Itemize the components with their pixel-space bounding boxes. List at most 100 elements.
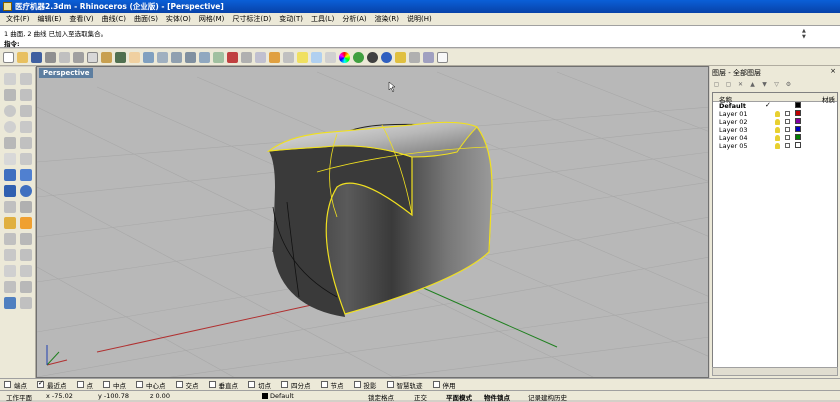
move-up-icon[interactable]: ▲ [748, 80, 757, 89]
color-wheel-icon[interactable] [339, 51, 350, 63]
menu-render[interactable]: 渲染(R) [371, 14, 403, 24]
status-history[interactable]: 记录建构历史 [528, 392, 567, 402]
layer-row[interactable]: Layer 01 [713, 110, 837, 118]
osnap-perpendicular[interactable]: 垂直点 [208, 380, 238, 390]
checkbox[interactable] [432, 381, 440, 388]
pan-hand-icon[interactable] [129, 51, 140, 63]
close-icon[interactable]: × [830, 67, 836, 75]
checkbox[interactable] [320, 381, 328, 388]
light-bulb-icon[interactable] [775, 135, 780, 141]
plugin-icon[interactable] [423, 51, 434, 63]
light-bulb-icon[interactable] [297, 51, 308, 63]
four-views-icon[interactable] [227, 51, 238, 63]
print-icon[interactable] [45, 51, 56, 63]
trim-icon[interactable] [20, 233, 32, 245]
text-icon[interactable] [4, 153, 16, 165]
boolean-icon[interactable] [20, 297, 32, 309]
rotate-view-icon[interactable] [143, 51, 154, 63]
dimension-icon[interactable] [20, 201, 32, 213]
status-layer[interactable]: Default [262, 392, 294, 400]
checkbox[interactable] [136, 381, 143, 388]
delete-layer-icon[interactable]: ✕ [736, 80, 745, 89]
arc-icon[interactable] [20, 105, 32, 117]
new-sublayer-icon[interactable]: ▢ [724, 80, 733, 89]
array-icon[interactable] [4, 297, 16, 309]
osnap-near[interactable]: 最近点 [37, 379, 67, 390]
help-icon[interactable] [437, 51, 448, 63]
fillet-icon[interactable] [20, 153, 32, 165]
menu-solid[interactable]: 实体(O) [162, 14, 195, 24]
perspective-viewport[interactable]: Perspective [36, 66, 709, 378]
lock-icon[interactable] [785, 143, 790, 148]
zoom-selected-icon[interactable] [199, 51, 210, 63]
menu-tools[interactable]: 工具(L) [307, 14, 338, 24]
grid-snap-icon[interactable] [255, 51, 266, 63]
layer-color-swatch[interactable] [795, 126, 801, 132]
layer-row[interactable]: Layer 02 [713, 118, 837, 126]
light-bulb-icon[interactable] [775, 119, 780, 125]
import-icon[interactable] [59, 51, 70, 63]
layer-row[interactable]: Layer 03 [713, 126, 837, 134]
select-icon[interactable] [269, 51, 280, 63]
render-sphere-icon[interactable] [353, 51, 364, 63]
menu-help[interactable]: 说明(H) [403, 14, 436, 24]
osnap-end[interactable]: 端点 [4, 380, 27, 390]
sphere-solid-icon[interactable] [20, 185, 32, 197]
layer-color-swatch[interactable] [795, 118, 801, 124]
new-file-icon[interactable] [3, 51, 14, 63]
checkbox[interactable] [208, 381, 216, 388]
cplane-icon[interactable] [241, 51, 252, 63]
osnap-quadrant[interactable]: 四分点 [281, 380, 311, 390]
paste-icon[interactable] [101, 51, 112, 63]
filter-icon[interactable]: ▽ [772, 80, 781, 89]
menu-analyze[interactable]: 分析(A) [338, 14, 370, 24]
curve-icon[interactable] [20, 89, 32, 101]
menu-curve[interactable]: 曲线(C) [98, 14, 130, 24]
layer-color-swatch[interactable] [795, 134, 801, 140]
menu-mesh[interactable]: 网格(M) [195, 14, 229, 24]
osnap-center[interactable]: 中心点 [136, 380, 166, 390]
pen-icon[interactable] [395, 51, 406, 63]
light-bulb-icon[interactable] [775, 111, 780, 117]
move-icon[interactable] [20, 249, 32, 261]
options-icon[interactable] [409, 51, 420, 63]
checkbox[interactable] [76, 381, 84, 388]
osnap-mid[interactable]: 中点 [103, 380, 126, 390]
checkbox[interactable] [353, 381, 361, 388]
menu-surface[interactable]: 曲面(S) [130, 14, 162, 24]
checkbox[interactable] [386, 381, 394, 388]
lock-icon[interactable] [785, 127, 790, 132]
osnap-disable[interactable]: 停用 [432, 380, 456, 390]
undo-icon[interactable] [115, 51, 126, 63]
rendered-sphere-icon[interactable] [381, 51, 392, 63]
new-layer-icon[interactable]: ▢ [712, 80, 721, 89]
checkbox[interactable] [248, 381, 255, 388]
checkbox[interactable] [175, 381, 183, 388]
explode-icon[interactable] [20, 217, 32, 229]
zoom-window-icon[interactable] [171, 51, 182, 63]
polyline-icon[interactable] [4, 89, 16, 101]
zoom-extents-icon[interactable] [185, 51, 196, 63]
checkbox[interactable] [4, 381, 11, 388]
layer-icon[interactable] [311, 51, 322, 63]
scale-icon[interactable] [4, 281, 16, 293]
shaded-sphere-icon[interactable] [367, 51, 378, 63]
viewport-title[interactable]: Perspective [39, 68, 94, 78]
osnap-tangent[interactable]: 切点 [248, 380, 271, 390]
lock-icon[interactable] [785, 119, 790, 124]
menu-transform[interactable]: 变动(T) [275, 14, 307, 24]
polygon-icon[interactable] [4, 137, 16, 149]
status-ortho[interactable]: 正交 [414, 392, 427, 402]
osnap-smarttrack[interactable]: 智慧轨迹 [386, 380, 423, 390]
osnap-knot[interactable]: 节点 [320, 380, 344, 390]
layer-color-swatch[interactable] [795, 110, 801, 116]
freeform-icon[interactable] [20, 137, 32, 149]
properties-icon[interactable] [325, 51, 336, 63]
layer-color-swatch[interactable] [795, 102, 801, 108]
status-osnap[interactable]: 物件锁点 [484, 392, 510, 402]
lock-icon[interactable] [785, 111, 790, 116]
checkbox-checked[interactable] [37, 379, 44, 388]
viewport-scene[interactable] [37, 67, 709, 378]
checkbox[interactable] [103, 381, 110, 388]
status-planar[interactable]: 平面模式 [446, 392, 472, 402]
